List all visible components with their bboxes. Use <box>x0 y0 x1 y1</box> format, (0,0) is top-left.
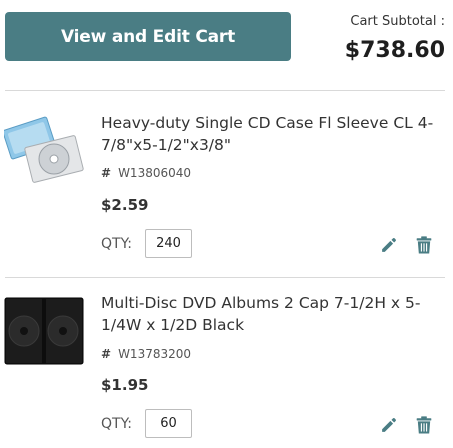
sku-hash: # <box>101 347 112 361</box>
pencil-icon[interactable] <box>380 237 397 254</box>
item-price: $2.59 <box>101 196 149 214</box>
divider <box>5 90 445 91</box>
divider <box>5 277 445 278</box>
trash-icon[interactable] <box>416 236 432 254</box>
dvd-album-thumbnail[interactable] <box>4 296 84 366</box>
view-edit-cart-button[interactable]: View and Edit Cart <box>5 12 291 61</box>
cart-subtotal-label: Cart Subtotal : <box>350 14 445 29</box>
qty-label: QTY: <box>101 236 132 252</box>
item-title[interactable]: Multi-Disc DVD Albums 2 Cap 7-1/2H x 5-1… <box>101 292 441 336</box>
cart-subtotal-value: $738.60 <box>344 38 445 63</box>
cd-case-thumbnail[interactable] <box>4 113 84 183</box>
trash-icon[interactable] <box>416 416 432 434</box>
item-price: $1.95 <box>101 376 149 394</box>
item-title[interactable]: Heavy-duty Single CD Case Fl Sleeve CL 4… <box>101 112 441 156</box>
sku-value: W13783200 <box>118 347 192 361</box>
item-sku: # W13783200 <box>101 347 191 361</box>
pencil-icon[interactable] <box>380 417 397 434</box>
qty-label: QTY: <box>101 416 132 432</box>
qty-input[interactable] <box>145 229 192 258</box>
item-sku: # W13806040 <box>101 166 191 180</box>
sku-hash: # <box>101 166 112 180</box>
sku-value: W13806040 <box>118 166 192 180</box>
qty-input[interactable] <box>145 409 192 438</box>
